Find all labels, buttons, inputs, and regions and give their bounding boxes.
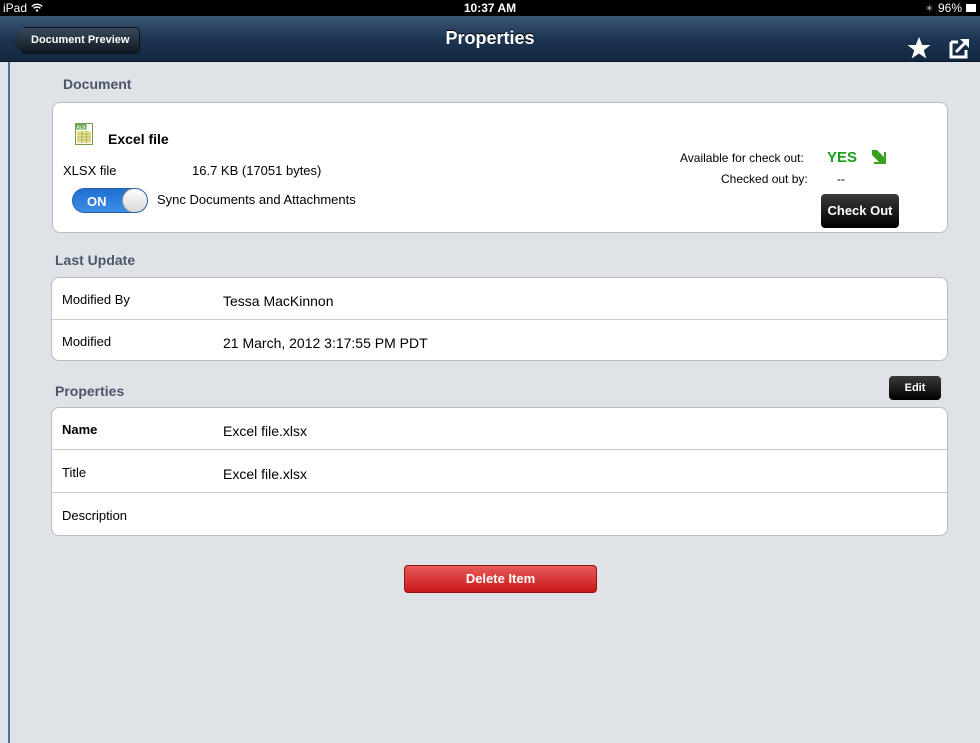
svg-text:XLS: XLS xyxy=(77,125,86,130)
document-type: XLSX file xyxy=(63,163,117,178)
share-icon[interactable] xyxy=(948,36,972,60)
description-label: Description xyxy=(62,508,128,523)
sync-toggle-state: ON xyxy=(87,194,107,209)
modified-row: Modified 21 March, 2012 3:17:55 PM PDT xyxy=(52,320,947,362)
name-label: Name xyxy=(62,422,98,437)
name-value: Excel file.xlsx xyxy=(223,423,308,439)
check-out-button[interactable]: Check Out xyxy=(821,194,899,228)
navigation-bar: Document Preview Properties xyxy=(0,16,980,62)
toggle-knob xyxy=(122,189,147,212)
edit-button[interactable]: Edit xyxy=(889,376,941,400)
title-row[interactable]: Title Excel file.xlsx xyxy=(52,451,947,493)
available-label: Available for check out: xyxy=(680,151,804,165)
document-name: Excel file xyxy=(108,131,169,147)
sync-label: Sync Documents and Attachments xyxy=(157,192,356,207)
sync-toggle[interactable]: ON xyxy=(72,188,148,213)
excel-file-icon: XLS xyxy=(75,123,93,145)
checked-out-label: Checked out by: xyxy=(721,172,808,186)
properties-card: Name Excel file.xlsx Title Excel file.xl… xyxy=(51,407,948,536)
battery-icon xyxy=(966,4,976,12)
document-size: 16.7 KB (17051 bytes) xyxy=(192,163,322,178)
left-edge-border xyxy=(0,62,14,743)
check-out-arrow-icon xyxy=(870,148,888,166)
name-row[interactable]: Name Excel file.xlsx xyxy=(52,408,947,450)
title-label: Title xyxy=(62,465,87,480)
modified-by-label: Modified By xyxy=(62,292,130,307)
available-value: YES xyxy=(827,149,858,166)
bluetooth-icon: ✶ xyxy=(924,2,934,15)
page-title: Properties xyxy=(445,28,535,48)
title-value: Excel file.xlsx xyxy=(223,466,308,482)
status-bar: iPad 10:37 AM ✶ 96% xyxy=(0,0,980,16)
properties-heading: Properties xyxy=(55,383,125,399)
description-row[interactable]: Description xyxy=(52,494,947,536)
modified-by-value: Tessa MacKinnon xyxy=(223,293,334,309)
modified-by-row: Modified By Tessa MacKinnon xyxy=(52,278,947,320)
last-update-card: Modified By Tessa MacKinnon Modified 21 … xyxy=(51,277,948,361)
modified-value: 21 March, 2012 3:17:55 PM PDT xyxy=(223,335,428,351)
star-icon[interactable] xyxy=(906,36,932,60)
status-time: 10:37 AM xyxy=(463,1,517,15)
checked-out-value: -- xyxy=(837,172,845,186)
document-card: XLS Excel file XLSX file 16.7 KB (17051 … xyxy=(52,102,948,233)
modified-label: Modified xyxy=(62,334,112,349)
document-heading: Document xyxy=(63,76,132,92)
battery-percent: 96% xyxy=(937,1,962,15)
last-update-heading: Last Update xyxy=(55,252,136,268)
status-right: ✶ 96% xyxy=(925,1,976,15)
delete-item-button[interactable]: Delete Item xyxy=(404,565,597,593)
